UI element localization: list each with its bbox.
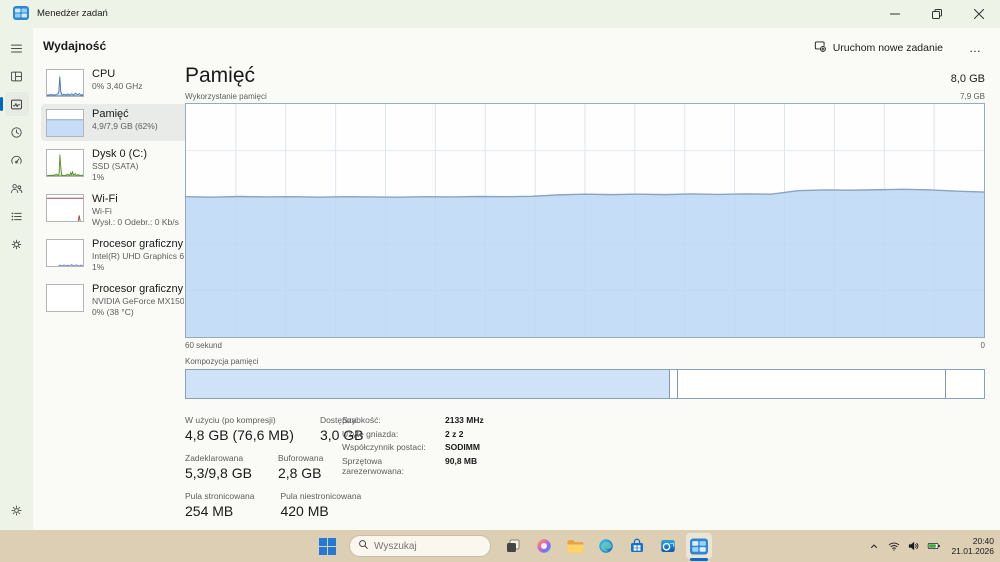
cpu-thumbnail-chart (46, 69, 84, 97)
composition-segment-standby (678, 370, 946, 398)
tray-volume-icon[interactable] (905, 535, 923, 557)
copilot-icon[interactable] (531, 533, 557, 559)
chart-time-label: 60 sekund (185, 341, 222, 350)
sidebar-item-gpu1[interactable]: Procesor graficzny NVIDIA GeForce MX150 … (41, 279, 189, 321)
edge-icon[interactable] (593, 533, 619, 559)
startup-apps-icon[interactable] (5, 148, 29, 172)
nav-rail (0, 28, 33, 530)
tray-clock[interactable]: 20:40 21.01.2026 (951, 536, 994, 556)
tray-chevron-up-icon[interactable] (865, 535, 883, 557)
tray-battery-icon[interactable] (925, 535, 943, 557)
outlook-icon[interactable] (655, 533, 681, 559)
search-icon (358, 537, 369, 555)
tray-wifi-icon[interactable] (885, 535, 903, 557)
task-manager-taskbar-icon[interactable] (686, 533, 712, 561)
settings-icon[interactable] (5, 498, 29, 522)
memory-panel: Pamięć 8,0 GB Wykorzystanie pamięci 7,9 … (185, 64, 985, 529)
disk-thumbnail-chart (46, 149, 84, 177)
chart-time-zero: 0 (980, 341, 985, 350)
taskbar: 20:40 21.01.2026 (0, 530, 1000, 562)
store-icon[interactable] (624, 533, 650, 559)
chart-max-label: 7,9 GB (960, 92, 985, 101)
content-area: Wydajność Uruchom nowe zadanie … CPU 0% (33, 28, 1000, 530)
minimize-button[interactable] (874, 0, 916, 28)
details-icon[interactable] (5, 204, 29, 228)
taskbar-search[interactable] (349, 535, 491, 557)
composition-segment-free (946, 370, 984, 398)
sidebar-item-memory[interactable]: Pamięć 4,9/7,9 GB (62%) (41, 104, 189, 141)
clock-time: 20:40 (972, 536, 994, 546)
performance-sidebar: CPU 0% 3,40 GHz Pamięć 4,9/7,9 GB (62%) (41, 64, 189, 324)
sidebar-item-cpu[interactable]: CPU 0% 3,40 GHz (41, 64, 189, 101)
users-icon[interactable] (5, 176, 29, 200)
sidebar-item-disk[interactable]: Dysk 0 (C:) SSD (SATA) 1% (41, 144, 189, 186)
app-history-icon[interactable] (5, 120, 29, 144)
new-task-icon (813, 39, 827, 56)
composition-label: Kompozycja pamięci (185, 357, 259, 366)
titlebar: Menedżer zadań (0, 0, 1000, 28)
clock-date: 21.01.2026 (951, 546, 994, 556)
sidebar-item-wifi[interactable]: Wi-Fi Wi-Fi Wysł.: 0 Odebr.: 0 Kb/s (41, 189, 189, 231)
task-view-button[interactable] (500, 533, 526, 559)
task-manager-logo-icon (13, 6, 29, 20)
composition-segment-in-use (186, 370, 671, 398)
memory-composition-bar (185, 369, 985, 399)
file-explorer-icon[interactable] (562, 533, 588, 559)
gpu1-thumbnail-chart (46, 284, 84, 312)
start-button[interactable] (314, 533, 340, 559)
restore-button[interactable] (916, 0, 958, 28)
performance-icon[interactable] (0, 92, 29, 116)
stat-cached: Buforowana 2,8 GB (277, 453, 324, 481)
stat-paged-pool: Pula stronicowana 254 MB (185, 491, 255, 519)
memory-details: Szybkość: 2133 MHz Użyte gniazda: 2 z 2 … (342, 415, 484, 476)
memory-thumbnail-chart (46, 109, 84, 137)
stat-committed: Zadeklarowana 5,3/9,8 GB (185, 453, 252, 481)
window-title: Menedżer zadań (37, 8, 108, 19)
gpu0-thumbnail-chart (46, 239, 84, 267)
panel-title: Pamięć (185, 64, 256, 87)
wifi-thumbnail-chart (46, 194, 84, 222)
composition-segment-modified (670, 370, 678, 398)
run-new-task-button[interactable]: Uruchom nowe zadanie (807, 36, 949, 59)
chart-usage-label: Wykorzystanie pamięci (185, 92, 267, 101)
stat-non-paged-pool: Pula niestronicowana 420 MB (280, 491, 362, 519)
memory-usage-chart (185, 103, 985, 338)
stat-in-use: W użyciu (po kompresji) 4,8 GB (76,6 MB) (185, 415, 294, 443)
services-icon[interactable] (5, 232, 29, 256)
processes-icon[interactable] (5, 64, 29, 88)
sidebar-item-gpu0[interactable]: Procesor graficzny Intel(R) UHD Graphics… (41, 234, 189, 276)
memory-stats: W użyciu (po kompresji) 4,8 GB (76,6 MB)… (185, 415, 985, 520)
more-options-button[interactable]: … (963, 39, 988, 57)
menu-icon[interactable] (5, 36, 29, 60)
page-title: Wydajność (43, 39, 107, 53)
close-button[interactable] (958, 0, 1000, 28)
memory-total: 8,0 GB (950, 73, 985, 85)
search-input[interactable] (374, 540, 474, 552)
